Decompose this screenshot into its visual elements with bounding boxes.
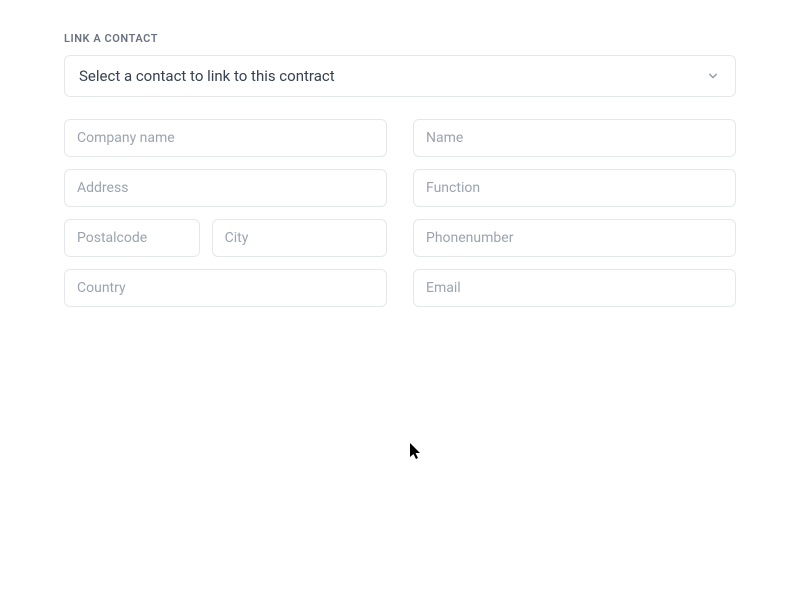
right-column	[413, 119, 736, 307]
left-column	[64, 119, 387, 307]
function-field[interactable]	[413, 169, 736, 207]
country-field[interactable]	[64, 269, 387, 307]
dropdown-placeholder: Select a contact to link to this contrac…	[79, 67, 335, 85]
link-contact-section: LINK A CONTACT Select a contact to link …	[0, 0, 800, 339]
contact-select-dropdown[interactable]: Select a contact to link to this contrac…	[64, 55, 736, 97]
postal-city-row	[64, 219, 387, 257]
city-field[interactable]	[212, 219, 387, 257]
section-label: LINK A CONTACT	[64, 32, 736, 45]
name-field[interactable]	[413, 119, 736, 157]
form-columns	[64, 119, 736, 307]
company-name-field[interactable]	[64, 119, 387, 157]
email-field[interactable]	[413, 269, 736, 307]
phonenumber-field[interactable]	[413, 219, 736, 257]
address-field[interactable]	[64, 169, 387, 207]
chevron-down-icon	[705, 68, 721, 84]
mouse-cursor-icon	[410, 443, 424, 465]
postalcode-field[interactable]	[64, 219, 200, 257]
